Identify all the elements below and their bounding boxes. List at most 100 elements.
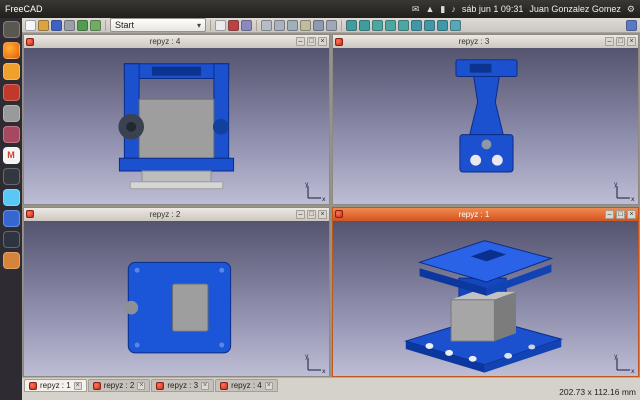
open-document-icon[interactable]: [38, 20, 49, 31]
freecad-document-icon: [335, 38, 343, 46]
mdi-window-repyz-4: repyz : 4 – □ ×: [23, 34, 330, 205]
tabs: repyz : 1 × repyz : 2 × repyz : 3 × repy…: [24, 379, 278, 392]
minimize-button[interactable]: –: [605, 210, 614, 219]
twitter-icon[interactable]: [3, 189, 20, 206]
bottom-view-icon[interactable]: [424, 20, 435, 31]
axes-indicator: x y: [613, 354, 635, 374]
3d-viewport-isometric[interactable]: x y: [333, 221, 638, 377]
mdi-window-repyz-3: repyz : 3 – □ ×: [332, 34, 639, 205]
tab-repyz-4[interactable]: repyz : 4 ×: [215, 379, 278, 392]
panel-indicators: ✉ ▲ ▮ ♪ sáb jun 1 09:31 Juan Gonzalez Go…: [412, 0, 640, 18]
axes-indicator: x y: [304, 354, 326, 374]
files-icon[interactable]: [3, 21, 20, 38]
maximize-button[interactable]: □: [307, 210, 316, 219]
macro-edit-icon[interactable]: [241, 20, 252, 31]
status-dimensions: 202.73 x 112.16 mm: [559, 387, 636, 397]
tab-repyz-2[interactable]: repyz : 2 ×: [88, 379, 151, 392]
svg-text:y: y: [305, 182, 309, 188]
window-title: repyz : 3: [345, 37, 603, 46]
minimize-button[interactable]: –: [296, 210, 305, 219]
freecad-document-icon: [26, 210, 34, 218]
clock[interactable]: sáb jun 1 09:31: [462, 4, 524, 14]
tab-close-icon[interactable]: ×: [74, 382, 82, 390]
front-view-icon[interactable]: [372, 20, 383, 31]
left-view-icon[interactable]: [437, 20, 448, 31]
session-gear-icon[interactable]: ⚙: [627, 0, 635, 18]
svg-text:y: y: [614, 354, 618, 360]
photos-icon[interactable]: [3, 168, 20, 185]
top-view-icon[interactable]: [385, 20, 396, 31]
sound-icon[interactable]: ♪: [451, 0, 456, 18]
software-center-icon[interactable]: [3, 84, 20, 101]
whats-this-icon[interactable]: [626, 20, 637, 31]
media-player-icon[interactable]: [3, 126, 20, 143]
maximize-button[interactable]: □: [616, 210, 625, 219]
mdi-area: repyz : 4 – □ ×: [22, 33, 640, 378]
messages-icon[interactable]: ✉: [412, 0, 420, 18]
freecad-icon[interactable]: [3, 210, 20, 227]
battery-icon[interactable]: ▮: [440, 0, 445, 18]
minimize-button[interactable]: –: [296, 37, 305, 46]
maximize-button[interactable]: □: [307, 37, 316, 46]
window-titlebar[interactable]: repyz : 3 – □ ×: [333, 35, 638, 48]
main-toolbar: Start ▾: [22, 18, 640, 33]
window-title: repyz : 2: [36, 210, 294, 219]
tab-close-icon[interactable]: ×: [265, 382, 273, 390]
fit-all-icon[interactable]: [346, 20, 357, 31]
close-button[interactable]: ×: [627, 37, 636, 46]
window-title: repyz : 1: [345, 210, 603, 219]
document-tabbar: repyz : 1 × repyz : 2 × repyz : 3 × repy…: [22, 377, 640, 400]
settings-icon[interactable]: [3, 105, 20, 122]
undo-icon[interactable]: [77, 20, 88, 31]
redo-icon[interactable]: [90, 20, 101, 31]
rear-view-icon[interactable]: [411, 20, 422, 31]
dependency-graph-icon[interactable]: [326, 20, 337, 31]
toolbar-separator: [105, 20, 106, 31]
workbench-selector[interactable]: Start ▾: [110, 18, 206, 32]
tab-repyz-3[interactable]: repyz : 3 ×: [151, 379, 214, 392]
firefox-icon[interactable]: [3, 42, 20, 59]
chevron-down-icon: ▾: [197, 21, 201, 30]
window-titlebar[interactable]: repyz : 4 – □ ×: [24, 35, 329, 48]
session-user-name[interactable]: Juan Gonzalez Gomez: [529, 4, 621, 14]
model-front-view: [24, 48, 329, 204]
minimize-button[interactable]: –: [605, 37, 614, 46]
window-titlebar[interactable]: repyz : 2 – □ ×: [24, 208, 329, 221]
tab-close-icon[interactable]: ×: [201, 382, 209, 390]
gmail-icon[interactable]: M: [3, 147, 20, 164]
texture-icon[interactable]: [287, 20, 298, 31]
ubuntu-one-icon[interactable]: [3, 63, 20, 80]
3d-viewport-side[interactable]: x y: [333, 48, 638, 204]
dimetric-view-icon[interactable]: [450, 20, 461, 31]
amazon-icon[interactable]: [3, 252, 20, 269]
desktop: FreeCAD ✉ ▲ ▮ ♪ sáb jun 1 09:31 Juan Gon…: [0, 0, 640, 400]
close-button[interactable]: ×: [627, 210, 636, 219]
gmail-letter: M: [7, 151, 15, 160]
clipping-plane-icon[interactable]: [274, 20, 285, 31]
macro-record-icon[interactable]: [228, 20, 239, 31]
close-button[interactable]: ×: [318, 37, 327, 46]
print-document-icon[interactable]: [64, 20, 75, 31]
terminal-icon[interactable]: [3, 231, 20, 248]
save-document-icon[interactable]: [51, 20, 62, 31]
3d-viewport-front[interactable]: x y: [24, 48, 329, 204]
camera-icon[interactable]: [313, 20, 324, 31]
freecad-document-icon: [335, 210, 343, 218]
freecad-document-icon: [156, 382, 164, 390]
tab-label: repyz : 3: [167, 381, 198, 390]
new-document-icon[interactable]: [25, 20, 36, 31]
3d-viewport-face[interactable]: x y: [24, 221, 329, 377]
window-titlebar[interactable]: repyz : 1 – □ ×: [333, 208, 638, 221]
tab-repyz-1[interactable]: repyz : 1 ×: [24, 379, 87, 392]
scene-lights-icon[interactable]: [300, 20, 311, 31]
unity-launcher: M: [0, 18, 22, 400]
svg-text:x: x: [322, 196, 326, 202]
draw-style-icon[interactable]: [261, 20, 272, 31]
network-icon[interactable]: ▲: [425, 0, 434, 18]
right-view-icon[interactable]: [398, 20, 409, 31]
select-pointer-icon[interactable]: [215, 20, 226, 31]
tab-close-icon[interactable]: ×: [137, 382, 145, 390]
axonometric-view-icon[interactable]: [359, 20, 370, 31]
maximize-button[interactable]: □: [616, 37, 625, 46]
close-button[interactable]: ×: [318, 210, 327, 219]
